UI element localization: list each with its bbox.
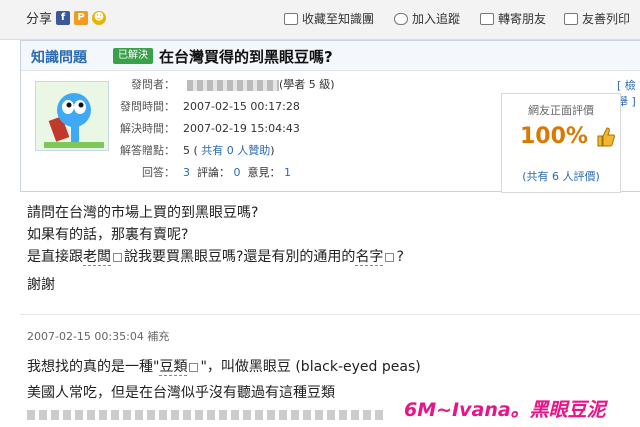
rating-label: 網友正面評價	[528, 104, 594, 117]
asker-row: 發問者： (學者 5 級)	[117, 77, 497, 93]
supplement-line-2: 美國人常吃，但是在台灣似乎沒有聽過有這種豆類	[27, 385, 335, 401]
supplement-line-1-b: "，叫做黑眼豆 (black-eyed peas)	[200, 359, 421, 375]
share-bar: 分享 f P ☻	[26, 8, 107, 27]
follow-icon	[394, 12, 408, 25]
follow-button[interactable]: 加入追蹤	[394, 10, 460, 27]
favorite-label: 收藏至知識團	[302, 12, 375, 26]
asked-time-label: 發問時間：	[120, 100, 175, 113]
body-line-4: 謝謝	[27, 277, 55, 293]
keyword-link-name[interactable]: 名字	[355, 249, 384, 266]
forward-label: 轉寄朋友	[498, 12, 547, 26]
body-line-3-c: ?	[396, 249, 404, 265]
points-number: 5 (	[183, 144, 198, 157]
divider	[20, 314, 640, 315]
points-close: )	[270, 144, 275, 157]
body-line-2: 如果有的話，那裏有賣呢?	[27, 227, 189, 243]
cropped-text-line	[27, 410, 387, 420]
counts-value: 3 評論： 0 意見： 1	[183, 165, 291, 181]
points-row: 解答贈點： 5 ( 共有 0 人贊助)	[117, 143, 497, 159]
watermark: 6M~Ivana。黑眼豆泥	[404, 399, 606, 421]
counts-row: 回答： 3 評論： 0 意見： 1	[117, 165, 497, 181]
question-box: 知識問題 已解決 在台灣買得的到黑眼豆嗎? 發問者： (學者 5 級) 發問時間…	[20, 40, 640, 193]
avatar-character-icon	[36, 82, 108, 150]
envelope-icon	[480, 12, 494, 25]
facebook-icon[interactable]: f	[56, 10, 71, 25]
keyword-dropdown-icon[interactable]	[189, 362, 199, 372]
thumbs-up-icon	[597, 127, 616, 147]
asker-label: 發問者：	[131, 78, 175, 91]
asked-time-row: 發問時間： 2007-02-15 00:17:28	[117, 99, 497, 115]
rating-percent: 100%	[520, 124, 588, 149]
keyword-dropdown-icon[interactable]	[113, 252, 122, 262]
body-line-1: 請問在台灣的市場上買的到黑眼豆嗎?	[27, 205, 259, 221]
supplement-line-1-a: 我想找的真的是一種"	[27, 359, 160, 375]
supplement-label: 2007-02-15 00:35:04 補充	[27, 330, 170, 343]
category-label[interactable]: 知識問題	[31, 47, 87, 67]
favorite-button[interactable]: 收藏至知識團	[284, 10, 374, 27]
question-title: 在台灣買得的到黑眼豆嗎?	[159, 48, 333, 66]
printer-icon	[564, 12, 578, 25]
comments-count[interactable]: 0	[234, 166, 241, 179]
body-line-3-b: 說我要買黑眼豆嗎?還是有別的通用的	[124, 249, 356, 265]
status-badge: 已解決	[113, 48, 153, 64]
share-label: 分享	[26, 12, 53, 27]
comments-label: 評論：	[197, 166, 230, 179]
points-value: 5 ( 共有 0 人贊助)	[183, 143, 275, 159]
body-line-3: 是直接跟老闆 說我要買黑眼豆嗎?還是有別的通用的名字?	[27, 248, 404, 266]
print-label: 友善列印	[582, 12, 631, 26]
rating-box: 網友正面評價 100% (共有 6 人評價)	[501, 93, 621, 193]
plurk-icon[interactable]: P	[74, 10, 89, 25]
supplement-line-1: 我想找的真的是一種"豆類 "，叫做黑眼豆 (black-eyed peas)	[27, 358, 421, 376]
follow-label: 加入追蹤	[412, 12, 461, 26]
avatar[interactable]	[35, 81, 109, 151]
toolbar: 分享 f P ☻ 收藏至知識團 加入追蹤 轉寄朋友 友善列印	[0, 0, 640, 40]
answers-count[interactable]: 3	[183, 166, 190, 179]
keyword-dropdown-icon[interactable]	[385, 252, 395, 262]
print-button[interactable]: 友善列印	[564, 10, 630, 27]
solved-time-label: 解決時間：	[120, 122, 175, 135]
opinions-count[interactable]: 1	[284, 166, 291, 179]
bookmark-icon	[284, 12, 298, 25]
keyword-link-beans[interactable]: 豆類	[159, 359, 188, 376]
rating-count-link[interactable]: (共有 6 人評價)	[502, 168, 620, 184]
solved-time-row: 解決時間： 2007-02-19 15:04:43	[117, 121, 497, 137]
solved-time: 2007-02-19 15:04:43	[183, 122, 300, 135]
forward-button[interactable]: 轉寄朋友	[480, 10, 546, 27]
sponsor-link[interactable]: 共有 0 人贊助	[201, 144, 270, 157]
answers-label: 回答：	[142, 166, 175, 179]
keyword-link-boss[interactable]: 老闆	[83, 249, 111, 266]
asker-value: (學者 5 級)	[183, 77, 335, 93]
smiley-share-icon[interactable]: ☻	[92, 10, 107, 25]
question-header: 知識問題 已解決 在台灣買得的到黑眼豆嗎?	[21, 41, 640, 71]
opinions-label: 意見：	[247, 166, 281, 179]
body-line-3-a: 是直接跟	[27, 249, 83, 265]
asked-time: 2007-02-15 00:17:28	[183, 100, 300, 113]
points-label: 解答贈點：	[120, 144, 175, 157]
blurred-username[interactable]	[187, 79, 279, 91]
asker-level: (學者 5 級)	[279, 78, 335, 91]
